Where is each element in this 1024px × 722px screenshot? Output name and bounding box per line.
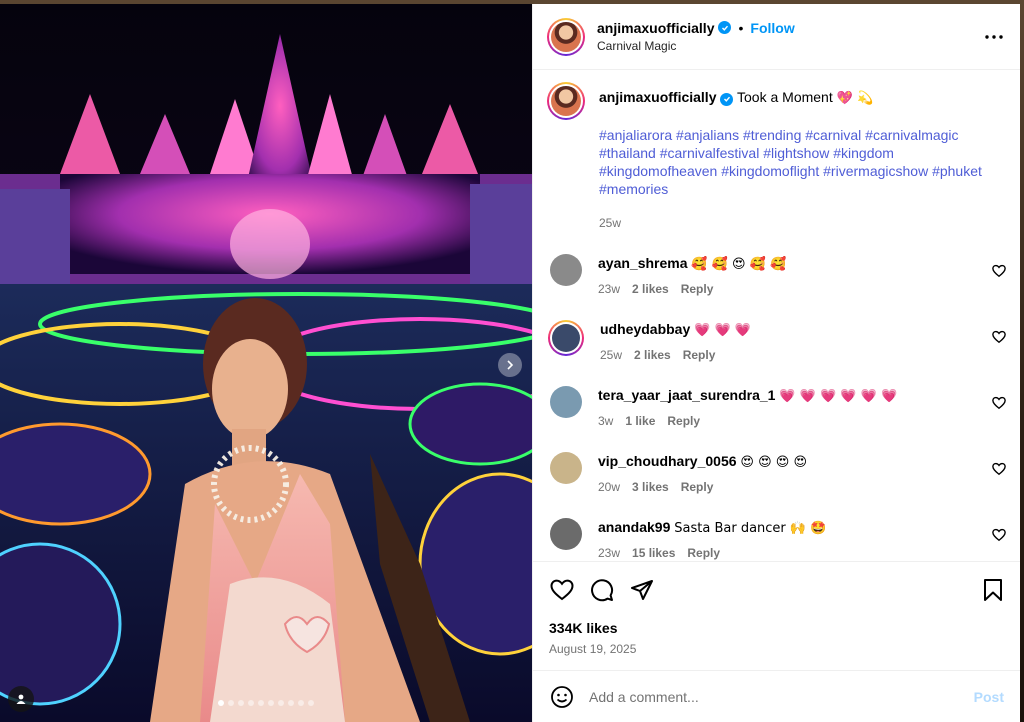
heart-icon <box>550 579 574 601</box>
carousel-dot <box>248 700 254 706</box>
post-photo <box>0 4 532 722</box>
post-actions-section: 334K likes August 19, 2025 <box>533 561 1020 670</box>
comment-like-icon[interactable] <box>992 396 1006 410</box>
comment-text: 😍 😍 😍 😍 <box>740 455 808 470</box>
comment-likes[interactable]: 3 likes <box>632 478 669 496</box>
comment-text: Sasta Bar dancer 🙌 🤩 <box>674 521 827 536</box>
post-modal: anjimaxuofficially • Follow Carnival Mag… <box>0 4 1020 722</box>
more-options-button[interactable] <box>982 25 1006 49</box>
reply-button[interactable]: Reply <box>687 544 720 561</box>
comment-input[interactable] <box>589 688 974 705</box>
author-username[interactable]: anjimaxuofficially <box>597 19 714 37</box>
commenter-avatar[interactable] <box>550 386 582 418</box>
commenter-avatar[interactable] <box>550 518 582 550</box>
post-header: anjimaxuofficially • Follow Carnival Mag… <box>533 4 1020 70</box>
commenter-username[interactable]: anandak99 <box>598 519 670 535</box>
comment-text: 🥰 🥰 😍 🥰 🥰 <box>691 257 787 272</box>
comment-item: anandak99 Sasta Bar dancer 🙌 🤩 23w 15 li… <box>547 518 1006 561</box>
comment-item: tera_yaar_jaat_surendra_1 💗 💗 💗 💗 💗 💗 3w… <box>547 386 1006 430</box>
commenter-username[interactable]: tera_yaar_jaat_surendra_1 <box>598 387 775 403</box>
caption-hashtags[interactable]: #anjaliarora #anjalians #trending #carni… <box>599 126 1006 198</box>
carousel-dot <box>268 700 274 706</box>
reply-button[interactable]: Reply <box>681 280 714 298</box>
comment-like-icon[interactable] <box>992 330 1006 344</box>
caption-username[interactable]: anjimaxuofficially <box>599 89 716 105</box>
comment-time[interactable]: 3w <box>598 412 613 430</box>
comment-text: 💗 💗 💗 <box>694 323 751 338</box>
carousel-dot <box>298 700 304 706</box>
comment-item: udheydabbay 💗 💗 💗 25w 2 likes Reply <box>547 320 1006 364</box>
verified-badge-icon <box>720 92 734 106</box>
follow-button[interactable]: Follow <box>750 19 794 37</box>
comment-like-icon[interactable] <box>992 264 1006 278</box>
post-caption: anjimaxuofficially Took a Moment 💖 💫 #an… <box>547 82 1006 232</box>
emoji-icon <box>551 685 573 708</box>
next-slide-button[interactable] <box>498 353 522 377</box>
caption-time[interactable]: 25w <box>599 214 1006 232</box>
comment-likes[interactable]: 2 likes <box>632 280 669 298</box>
share-button[interactable] <box>629 577 655 603</box>
commenter-username[interactable]: vip_choudhary_0056 <box>598 453 737 469</box>
comment-button[interactable] <box>589 577 615 603</box>
carousel-dot <box>238 700 244 706</box>
carousel-dot <box>278 700 284 706</box>
comment-text: 💗 💗 💗 💗 💗 💗 <box>779 389 898 404</box>
carousel-dot <box>228 700 234 706</box>
carousel-indicator <box>0 700 532 706</box>
likes-count[interactable]: 334K likes <box>533 614 1020 636</box>
post-location[interactable]: Carnival Magic <box>597 37 982 55</box>
commenter-username[interactable]: ayan_shrema <box>598 255 688 271</box>
carousel-dot <box>218 700 224 706</box>
reply-button[interactable]: Reply <box>681 478 714 496</box>
post-comment-button[interactable]: Post <box>974 689 1004 705</box>
bookmark-icon <box>984 579 1002 601</box>
commenter-avatar[interactable] <box>550 254 582 286</box>
comment-time[interactable]: 23w <box>598 544 620 561</box>
comment-likes[interactable]: 1 like <box>625 412 655 430</box>
comment-item: ayan_shrema 🥰 🥰 😍 🥰 🥰 23w 2 likes Reply <box>547 254 1006 298</box>
more-horizontal-icon <box>985 34 1003 39</box>
share-icon <box>631 580 653 600</box>
like-button[interactable] <box>549 577 575 603</box>
emoji-picker-button[interactable] <box>549 684 575 710</box>
comment-time[interactable]: 25w <box>600 346 622 364</box>
caption-author-avatar[interactable] <box>547 82 585 120</box>
verified-badge-icon <box>718 21 732 34</box>
comment-time[interactable]: 20w <box>598 478 620 496</box>
chevron-right-icon <box>507 360 514 370</box>
tagged-users-button[interactable] <box>8 686 34 712</box>
commenter-username[interactable]: udheydabbay <box>600 321 690 337</box>
comment-like-icon[interactable] <box>992 528 1006 542</box>
post-actions <box>533 562 1020 614</box>
carousel-dot <box>308 700 314 706</box>
comment-item: vip_choudhary_0056 😍 😍 😍 😍 20w 3 likes R… <box>547 452 1006 496</box>
reply-button[interactable]: Reply <box>683 346 716 364</box>
commenter-avatar[interactable] <box>550 452 582 484</box>
post-side-panel: anjimaxuofficially • Follow Carnival Mag… <box>532 4 1020 722</box>
caption-emojis: 💖 💫 <box>836 91 874 106</box>
carousel-dot <box>288 700 294 706</box>
author-avatar[interactable] <box>547 17 585 56</box>
comment-time[interactable]: 23w <box>598 280 620 298</box>
post-date[interactable]: August 19, 2025 <box>533 636 1020 670</box>
comment-icon <box>591 579 614 602</box>
comment-likes[interactable]: 2 likes <box>634 346 671 364</box>
add-comment-bar: Post <box>533 670 1020 722</box>
separator-dot: • <box>738 19 744 36</box>
carousel-dot <box>258 700 264 706</box>
save-button[interactable] <box>980 577 1006 603</box>
post-media[interactable] <box>0 4 532 722</box>
reply-button[interactable]: Reply <box>667 412 700 430</box>
caption-text: Took a Moment <box>737 89 833 105</box>
comment-like-icon[interactable] <box>992 462 1006 476</box>
comments-list[interactable]: anjimaxuofficially Took a Moment 💖 💫 #an… <box>533 70 1020 561</box>
comment-likes[interactable]: 15 likes <box>632 544 675 561</box>
commenter-avatar[interactable] <box>548 320 584 356</box>
